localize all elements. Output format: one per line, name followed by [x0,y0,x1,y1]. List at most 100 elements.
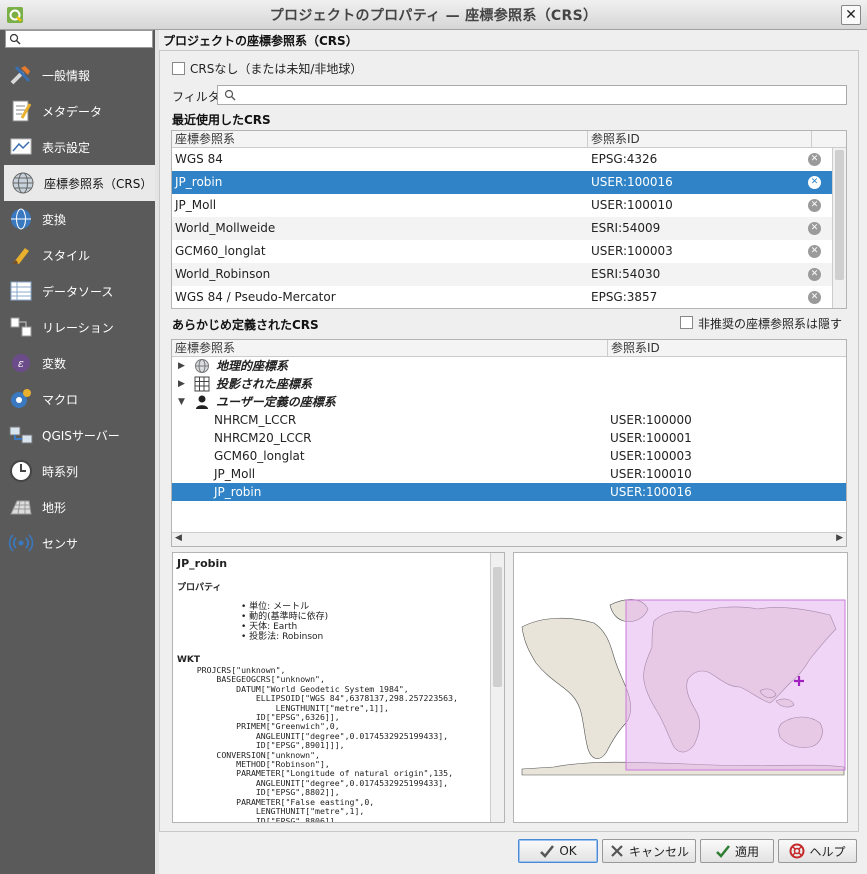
expand-arrow-icon[interactable]: ▶ [178,375,188,393]
hide-deprecated-checkbox[interactable] [680,316,693,329]
no-crs-checkbox[interactable] [172,62,185,75]
property-item: • 動的(基準時に依存) [241,612,329,622]
predefined-crs-title: あらかじめ定義されたCRS [172,318,319,332]
remove-icon[interactable]: ✕ [808,245,821,258]
sidebar-item-terrain[interactable]: 地形 [0,489,155,525]
table-row[interactable]: WGS 84 / Pseudo-Mercator EPSG:3857 ✕ [172,286,846,308]
title-bar: プロジェクトのプロパティ — 座標参照系（CRS） ✕ [0,0,867,30]
tree-item[interactable]: NHRCM20_LCCR USER:100001 [172,429,846,447]
table-row[interactable]: JP_Moll USER:100010 ✕ [172,194,846,217]
crs-name: GCM60_longlat [214,449,305,463]
crs-id: USER:100010 [591,198,673,212]
tree-item[interactable]: JP_Moll USER:100010 [172,465,846,483]
collapse-arrow-icon[interactable]: ▼ [178,393,188,411]
scroll-left-icon[interactable]: ◀ [175,533,182,543]
close-icon: ✕ [845,7,857,23]
tree-item[interactable]: NHRCM_LCCR USER:100000 [172,411,846,429]
sidebar-item-style[interactable]: スタイル [0,237,155,273]
wkt-text: PROJCRS["unknown", BASEGEOGCRS["unknown"… [196,665,458,823]
metadata-icon [12,100,32,122]
sidebar-item-macros[interactable]: マクロ [0,381,155,417]
column-header-crs[interactable]: 座標参照系 [172,340,608,356]
cancel-icon [611,845,623,857]
column-header-id[interactable]: 参照系ID [588,131,812,147]
table-row[interactable]: GCM60_longlat USER:100003 ✕ [172,240,846,263]
remove-icon[interactable]: ✕ [808,291,821,304]
sidebar-item-label: メタデータ [42,104,103,119]
crs-id: USER:100000 [610,413,692,427]
expand-arrow-icon[interactable]: ▶ [178,357,188,375]
sidebar-item-metadata[interactable]: メタデータ [0,93,155,129]
sidebar: 一般情報 メタデータ 表示設定 座標参照系（CRS） 変換 スタイル データソー… [0,30,155,874]
table-row[interactable]: World_Robinson ESRI:54030 ✕ [172,263,846,286]
crs-id: ESRI:54030 [591,267,661,281]
sidebar-item-datasource[interactable]: データソース [0,273,155,309]
property-item: • 単位: メートル [241,602,310,612]
remove-icon[interactable]: ✕ [808,176,821,189]
filter-input[interactable] [217,85,847,105]
close-button[interactable]: ✕ [841,5,861,25]
remove-icon[interactable]: ✕ [808,222,821,235]
terrain-icon [10,500,32,515]
column-header-id[interactable]: 参照系ID [608,340,846,356]
tree-item[interactable]: GCM60_longlat USER:100003 [172,447,846,465]
sidebar-item-label: QGISサーバー [42,428,120,443]
remove-icon[interactable]: ✕ [808,199,821,212]
table-row[interactable]: World_Mollweide ESRI:54009 ✕ [172,217,846,240]
no-crs-label: CRSなし（または未知/非地球） [190,62,363,76]
crs-detail-name: JP_robin [177,557,228,570]
crs-name: WGS 84 [175,152,223,166]
crs-id: EPSG:3857 [591,290,658,304]
crs-id: USER:100003 [610,449,692,463]
clock-icon [10,460,32,482]
recent-table-scrollbar[interactable] [832,148,846,308]
scroll-right-icon[interactable]: ▶ [836,533,843,543]
help-button[interactable]: ヘルプ [778,839,857,863]
macro-icon [11,389,31,408]
cancel-button[interactable]: キャンセル [602,839,696,863]
tools-icon [10,65,31,85]
table-row[interactable]: WGS 84 EPSG:4326 ✕ [172,148,846,171]
sidebar-nav: 一般情報 メタデータ 表示設定 座標参照系（CRS） 変換 スタイル データソー… [0,57,155,561]
property-item: • 天体: Earth [241,622,298,632]
tree-group-projected[interactable]: ▶ 投影された座標系 [172,375,846,393]
datasource-icon [10,281,32,301]
sidebar-search-input[interactable] [5,30,153,48]
ok-button[interactable]: OK [518,839,598,863]
relation-icon [10,317,32,337]
search-icon [224,89,236,101]
crs-name: World_Robinson [175,267,271,281]
sidebar-item-crs[interactable]: 座標参照系（CRS） [4,165,155,201]
scrollbar-thumb[interactable] [493,567,502,687]
details-scrollbar[interactable] [490,553,504,822]
sidebar-item-qgis-server[interactable]: QGISサーバー [0,417,155,453]
scrollbar-thumb[interactable] [835,150,844,280]
apply-button[interactable]: 適用 [700,839,774,863]
sidebar-item-temporal[interactable]: 時系列 [0,453,155,489]
globe-icon [12,172,34,194]
sidebar-item-label: 変換 [42,212,67,227]
main-panel: プロジェクトの座標参照系（CRS） CRSなし（または未知/非地球） フィルタ … [159,30,867,874]
window-title: プロジェクトのプロパティ — 座標参照系（CRS） [269,7,598,24]
crs-id: USER:100016 [610,485,692,499]
crs-name: NHRCM20_LCCR [214,431,312,445]
sidebar-item-sensors[interactable]: センサ [0,525,155,561]
sidebar-item-display[interactable]: 表示設定 [0,129,155,165]
sidebar-item-relations[interactable]: リレーション [0,309,155,345]
sidebar-item-transform[interactable]: 変換 [0,201,155,237]
ok-button-label: OK [559,844,577,858]
remove-icon[interactable]: ✕ [808,268,821,281]
sidebar-item-general[interactable]: 一般情報 [0,57,155,93]
tree-group-geographic[interactable]: ▶ 地理的座標系 [172,357,846,375]
tree-item-selected[interactable]: JP_robin USER:100016 [172,483,846,501]
sidebar-item-label: スタイル [42,248,91,263]
grid-icon [194,376,210,392]
tree-group-user[interactable]: ▼ ユーザー定義の座標系 [172,393,846,411]
sidebar-item-variables[interactable]: ε 変数 [0,345,155,381]
sidebar-item-label: センサ [42,536,79,551]
column-header-crs[interactable]: 座標参照系 [172,131,588,147]
table-row-selected[interactable]: JP_robin USER:100016 ✕ [172,171,846,194]
tree-horizontal-scrollbar[interactable]: ◀ ▶ [172,532,846,546]
remove-icon[interactable]: ✕ [808,153,821,166]
filter-label: フィルタ [172,90,220,104]
